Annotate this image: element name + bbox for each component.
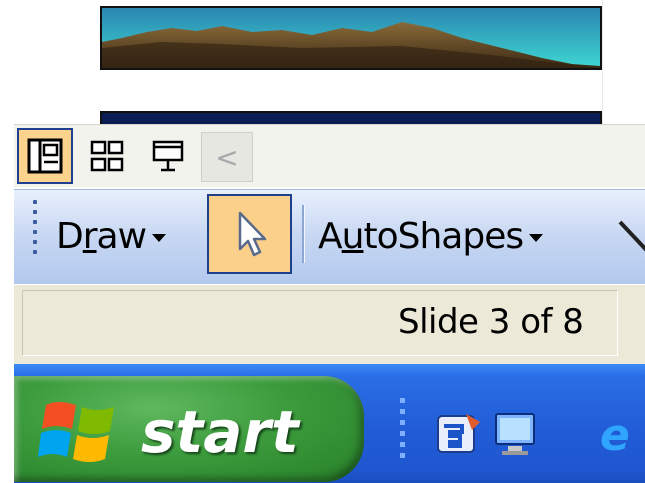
autoshapes-label: AutoShapes xyxy=(318,215,524,257)
internet-explorer-icon[interactable]: e xyxy=(598,408,645,460)
slide-show-icon xyxy=(152,140,184,172)
select-objects-button[interactable] xyxy=(207,194,292,274)
slide-show-view-button[interactable] xyxy=(140,128,196,184)
svg-text:e: e xyxy=(600,410,630,460)
show-desktop-icon[interactable] xyxy=(490,408,542,460)
toolbar-grip-handle[interactable] xyxy=(33,200,39,262)
slide-sorter-view-button[interactable] xyxy=(79,128,135,184)
slide-sorter-icon xyxy=(90,140,124,172)
outlook-express-icon[interactable] xyxy=(432,408,484,460)
toolbar-separator xyxy=(302,205,305,263)
line-tool-icon[interactable] xyxy=(612,208,645,264)
scroll-left-button[interactable]: < xyxy=(201,132,253,182)
chevron-left-icon: < xyxy=(215,140,239,174)
mountain-landscape-image xyxy=(102,8,600,68)
draw-label: Draw xyxy=(56,215,147,257)
slide-thumbnail-2[interactable] xyxy=(100,6,602,70)
normal-view-button[interactable] xyxy=(17,128,73,184)
autoshapes-menu-button[interactable]: AutoShapes xyxy=(318,210,544,262)
vertical-scrollbar[interactable] xyxy=(602,0,645,124)
normal-view-icon xyxy=(27,138,63,174)
dropdown-arrow-icon xyxy=(529,234,544,242)
select-pointer-icon xyxy=(238,211,266,257)
dropdown-arrow-icon xyxy=(152,234,167,242)
slide-indicator: Slide 3 of 8 xyxy=(398,302,584,342)
start-label: start xyxy=(141,398,299,466)
quick-launch-grip[interactable] xyxy=(400,398,408,468)
draw-menu-button[interactable]: Draw xyxy=(56,210,167,262)
windows-logo-icon xyxy=(38,402,114,462)
